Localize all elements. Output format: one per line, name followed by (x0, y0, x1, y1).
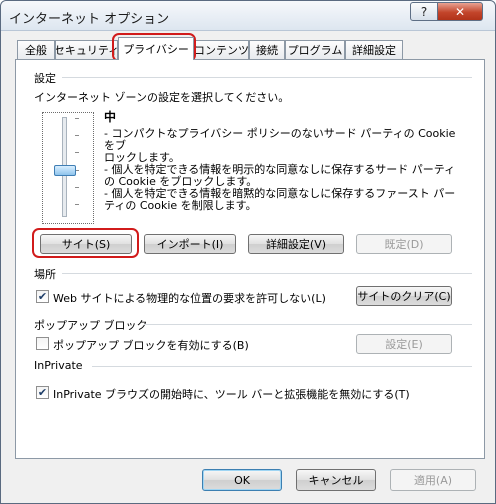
location-checkbox-label[interactable]: Web サイトによる物理的な位置の要求を許可しない(L) (53, 290, 326, 306)
slider-thumb[interactable] (54, 165, 76, 176)
slider-tick (75, 204, 79, 205)
popup-settings-button[interactable]: 設定(E) (356, 334, 452, 354)
help-button[interactable]: ? (410, 2, 438, 21)
settings-heading: 設定 (34, 72, 56, 85)
tab-content[interactable]: コンテンツ (194, 40, 249, 59)
privacy-level-label: 中 (104, 110, 117, 124)
close-button[interactable]: ✕ (437, 2, 483, 21)
privacy-level-description: - コンパクトなプライバシー ポリシーのないサード パーティの Cookie を… (104, 128, 464, 212)
privacy-panel: 設定 インターネット ゾーンの設定を選択してください。 中 - コンパクトなプラ… (15, 59, 485, 459)
settings-separator (62, 77, 472, 78)
advanced-button[interactable]: 詳細設定(V) (248, 234, 344, 254)
tab-programs[interactable]: プログラム (285, 40, 345, 59)
title-bar[interactable]: インターネット オプション ? ✕ (1, 1, 495, 31)
location-heading: 場所 (34, 268, 56, 281)
inprivate-checkbox-label[interactable]: InPrivate ブラウズの開始時に、ツール バーと拡張機能を無効にする(T) (53, 386, 410, 402)
apply-button[interactable]: 適用(A) (390, 469, 476, 491)
tab-advanced[interactable]: 詳細設定 (345, 40, 403, 59)
slider-tick (75, 135, 79, 136)
tab-privacy[interactable]: プライバシー (118, 37, 194, 60)
ok-button[interactable]: OK (202, 469, 282, 491)
location-separator (62, 273, 472, 274)
privacy-level-slider[interactable] (42, 112, 94, 224)
popup-checkbox-label[interactable]: ポップアップ ブロックを有効にする(B) (53, 337, 249, 353)
slider-tick (75, 118, 79, 119)
slider-tick (75, 152, 79, 153)
popup-separator (144, 324, 472, 325)
popup-checkbox[interactable] (36, 337, 49, 350)
highlight-sites-button (32, 228, 139, 258)
tab-security[interactable]: セキュリティ (55, 40, 118, 59)
inprivate-heading: InPrivate (34, 359, 83, 372)
slider-tick (75, 187, 79, 188)
inprivate-checkbox[interactable]: ✔ (36, 386, 49, 399)
default-button[interactable]: 既定(D) (356, 234, 452, 254)
tab-connections[interactable]: 接続 (249, 40, 285, 59)
cancel-button[interactable]: キャンセル (296, 469, 376, 491)
description-line: ティの Cookie を制限します。 (104, 199, 257, 212)
tab-general[interactable]: 全般 (17, 40, 55, 59)
location-checkbox[interactable]: ✔ (36, 290, 49, 303)
window-title: インターネット オプション (9, 12, 170, 27)
description-line: - コンパクトなプライバシー ポリシーのないサード パーティの Cookie を… (104, 127, 456, 152)
inprivate-separator (92, 366, 472, 367)
import-button[interactable]: インポート(I) (144, 234, 236, 254)
tab-strip: 全般 セキュリティ プライバシー コンテンツ 接続 プログラム 詳細設定 (15, 37, 485, 60)
popup-heading: ポップアップ ブロック (34, 319, 148, 332)
internet-options-window: インターネット オプション ? ✕ 全般 セキュリティ プライバシー コンテンツ… (0, 0, 496, 504)
zone-prompt: インターネット ゾーンの設定を選択してください。 (34, 91, 290, 104)
clear-sites-button[interactable]: サイトのクリア(C) (356, 286, 452, 306)
